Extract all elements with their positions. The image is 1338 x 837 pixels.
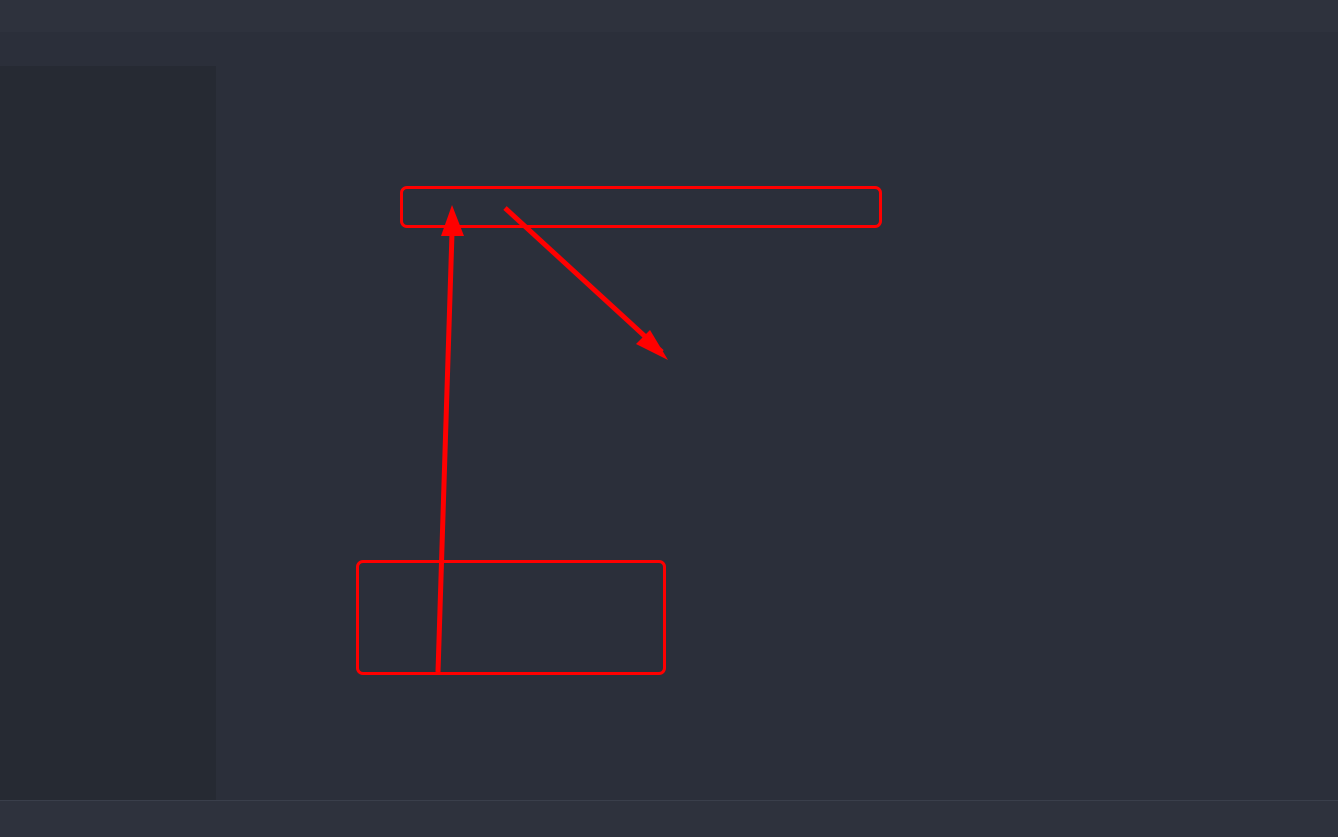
code-editor[interactable]	[216, 66, 1338, 801]
status-bar	[0, 801, 1338, 837]
title-bar	[0, 0, 1338, 32]
editor-gutter	[216, 66, 334, 801]
editor-tab-bar	[0, 32, 1338, 66]
project-file-tree[interactable]	[0, 66, 216, 801]
